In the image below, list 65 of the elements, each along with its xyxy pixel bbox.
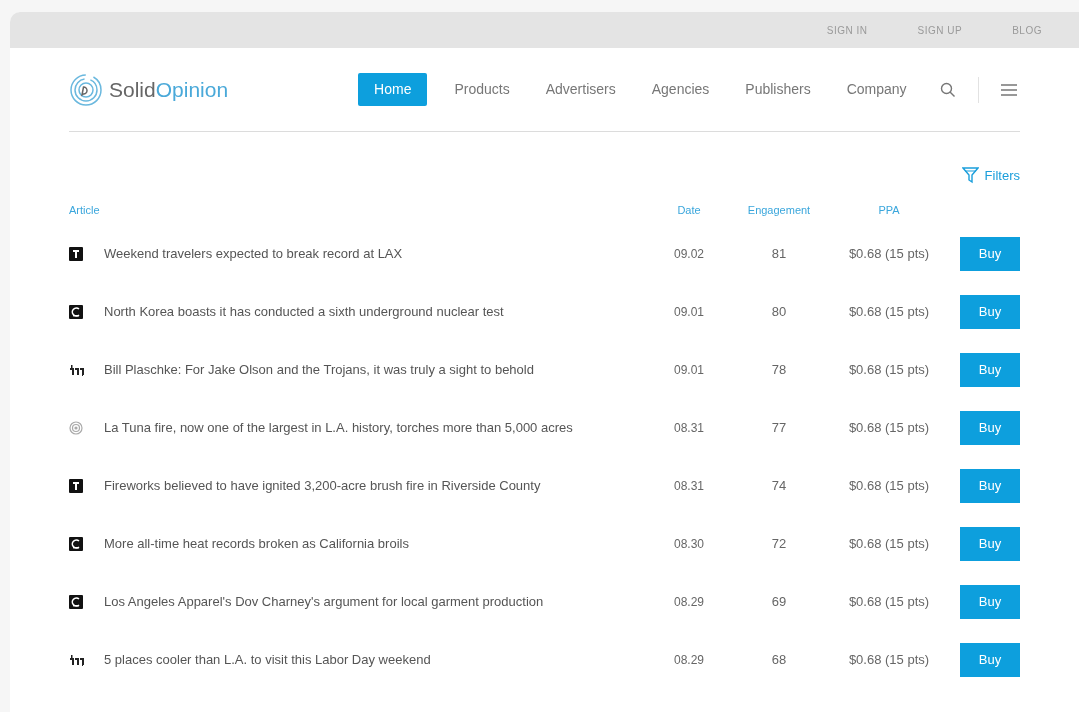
article-title[interactable]: Weekend travelers expected to break record at LAX (104, 243, 649, 264)
newspaper-logo-icon (69, 478, 83, 493)
table-cell-text: 08.31 (673, 477, 705, 495)
article-title[interactable]: La Tuna fire, now one of the largest in L.A. history, torches more than 5,000 acres (104, 417, 649, 438)
table-cell-text: 80 (770, 302, 788, 321)
table-cell-text: 08.29 (673, 593, 705, 611)
newspaper-logo-icon (69, 363, 85, 376)
table-cell-text: 68 (770, 650, 788, 669)
table-cell-text: $0.68 (15 pts) (847, 244, 931, 263)
buy-button[interactable]: Buy (960, 468, 1020, 503)
article-title[interactable]: Los Angeles Apparel's Dov Charney's argument for local garment production (104, 591, 649, 612)
table-cell-text: 78 (770, 360, 788, 379)
buy-button[interactable]: Buy (960, 352, 1020, 387)
nav-link[interactable]: Advertisers (536, 73, 625, 106)
newspaper-logo-icon (69, 536, 83, 551)
table-cell-text: 08.30 (673, 535, 705, 553)
table-cell-text: 08.31 (673, 419, 705, 437)
nav-link[interactable]: Products (445, 73, 519, 106)
newspaper-logo-icon (69, 304, 83, 319)
search-icon[interactable] (939, 81, 956, 98)
nav-link[interactable]: Publishers (736, 73, 820, 106)
table-cell-text: 72 (770, 534, 788, 553)
article-title[interactable]: Fireworks believed to have ignited 3,200-acre brush fire in Riverside County (104, 475, 649, 496)
table-cell-text: $0.68 (15 pts) (847, 302, 931, 321)
column-header: Engagement (746, 203, 812, 219)
menu-icon[interactable] (1000, 83, 1017, 96)
buy-button[interactable]: Buy (960, 236, 1020, 271)
table-cell-text: $0.68 (15 pts) (847, 650, 931, 669)
table-cell-text: 09.01 (673, 303, 705, 321)
nav-link[interactable]: Agencies (642, 73, 719, 106)
article-title[interactable]: More all-time heat records broken as California broils (104, 533, 649, 554)
column-header: Article (69, 203, 101, 219)
table-cell-text: $0.68 (15 pts) (847, 418, 931, 437)
newspaper-logo-icon (69, 246, 83, 261)
table-cell-text: $0.68 (15 pts) (847, 592, 931, 611)
table-cell-text: 09.02 (673, 245, 705, 263)
table-cell-text: 74 (770, 476, 788, 495)
column-header: PPA (877, 203, 901, 219)
nav-link[interactable]: Company (837, 73, 916, 106)
column-header: Date (676, 203, 702, 219)
table-cell-text: 09.01 (673, 361, 705, 379)
buy-button[interactable]: Buy (960, 584, 1020, 619)
article-title[interactable]: Bill Plaschke: For Jake Olson and the Trojans, it was truly a sight to behold (104, 359, 649, 380)
buy-button[interactable]: Buy (960, 410, 1020, 445)
newspaper-logo-icon (69, 594, 83, 609)
article-title[interactable]: North Korea boasts it has conducted a sixth underground nuclear test (104, 301, 649, 322)
filters-link[interactable]: Filters (961, 166, 1020, 186)
buy-button[interactable]: Buy (960, 642, 1020, 677)
logo-icon (69, 72, 103, 107)
table-cell-text: 81 (770, 244, 788, 263)
filter-icon (961, 167, 979, 185)
table-cell-text: $0.68 (15 pts) (847, 534, 931, 553)
table-cell-text: 77 (770, 418, 788, 437)
brand-name: SolidOpinion (109, 76, 229, 103)
article-title[interactable]: 5 places cooler than L.A. to visit this Labor Day weekend (104, 649, 649, 670)
target-logo-icon (69, 420, 83, 435)
newspaper-logo-icon (69, 653, 85, 666)
table-cell-text: $0.68 (15 pts) (847, 476, 931, 495)
table-cell-text: $0.68 (15 pts) (847, 360, 931, 379)
table-cell-text: 69 (770, 592, 788, 611)
nav-link[interactable]: Home (358, 73, 428, 106)
top-link[interactable]: SIGN UP (917, 22, 963, 38)
buy-button[interactable]: Buy (960, 526, 1020, 561)
buy-button[interactable]: Buy (960, 294, 1020, 329)
table-cell-text: 08.29 (673, 651, 705, 669)
